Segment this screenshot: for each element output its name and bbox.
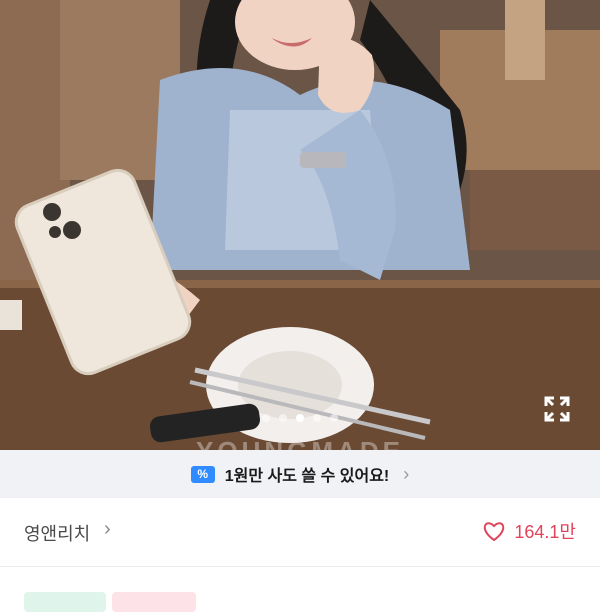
product-tag [24, 592, 106, 612]
chevron-right-icon[interactable]: › [104, 518, 111, 541]
slide-dot[interactable] [330, 414, 338, 422]
section-divider [0, 566, 600, 567]
product-tag [112, 592, 196, 612]
slide-dot[interactable] [279, 414, 287, 422]
store-info-row: 영앤리치 › 164.1만 [0, 498, 600, 566]
photo-watermark: YOUNGMADE [0, 436, 600, 450]
slide-dot[interactable] [262, 414, 270, 422]
product-photo[interactable]: YOUNGMADE [0, 0, 600, 450]
like-count: 164.1만 [514, 522, 576, 542]
percent-coupon-icon [190, 465, 215, 483]
coupon-promo-banner[interactable]: 1원만 사도 쓸 수 있어요! › [0, 450, 600, 498]
like-button[interactable]: 164.1만 [482, 518, 576, 544]
slide-indicator [0, 414, 600, 422]
heart-icon [484, 522, 505, 542]
store-name-link[interactable]: 영앤리치 [24, 520, 90, 546]
photo-illustration [0, 0, 600, 450]
slide-dot-active[interactable] [296, 414, 304, 422]
promo-text: 1원만 사도 쓸 수 있어요! [224, 468, 390, 485]
chevron-right-icon: › [403, 463, 410, 484]
slide-dot[interactable] [313, 414, 321, 422]
